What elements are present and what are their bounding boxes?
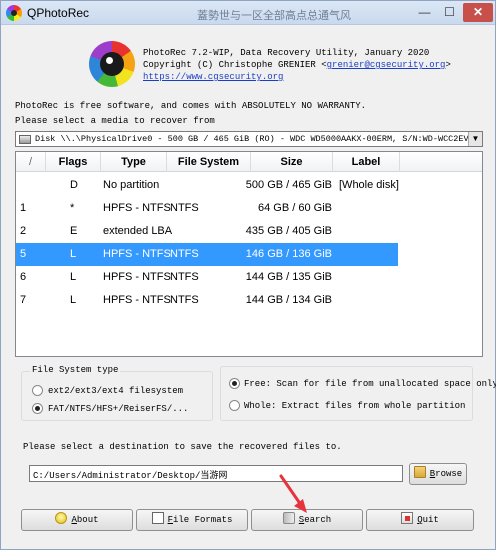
cell-flags: L xyxy=(70,294,77,306)
browse-button[interactable]: Browse xyxy=(409,463,467,485)
app-icon xyxy=(6,5,22,21)
cell-flags: * xyxy=(70,202,75,214)
cell-size: 146 GB / 136 GiB xyxy=(245,248,332,260)
about-button[interactable]: About xyxy=(21,509,133,531)
destination-path-input[interactable]: C:/Users/Administrator/Desktop/当游网 xyxy=(29,465,403,482)
cell-filesystem: NTFS xyxy=(170,294,199,306)
quit-label: Quit xyxy=(417,515,439,525)
cell-type: extended LBA xyxy=(103,225,173,237)
file-formats-label: File Formats xyxy=(167,515,233,525)
warranty-notice: PhotoRec is free software, and comes wit… xyxy=(15,101,367,111)
partition-table: / Flags Type File System Size Label D No… xyxy=(15,151,483,357)
cell-flags: L xyxy=(70,248,77,260)
search-icon xyxy=(282,512,295,524)
column-header-num[interactable]: / xyxy=(16,152,46,172)
column-header-size[interactable]: Size xyxy=(251,152,333,172)
about-label: About xyxy=(71,515,99,525)
destination-prompt: Please select a destination to save the … xyxy=(23,442,342,452)
filesystem-type-legend: File System type xyxy=(30,365,121,375)
minimize-button[interactable]: — xyxy=(413,3,436,22)
disk-select[interactable]: Disk \\.\PhysicalDrive0 - 500 GB / 465 G… xyxy=(15,131,483,147)
cell-type: HPFS - NTFS xyxy=(103,248,171,260)
cell-label: [Whole disk] xyxy=(339,179,399,191)
disk-select-value: Disk \\.\PhysicalDrive0 - 500 GB / 465 G… xyxy=(35,134,471,144)
cell-flags: D xyxy=(70,179,78,191)
cell-type: HPFS - NTFS xyxy=(103,294,171,306)
table-row-selected[interactable]: 5 L HPFS - NTFS NTFS 146 GB / 136 GiB xyxy=(16,243,398,266)
cell-num: 6 xyxy=(20,271,27,283)
radio-free-scan[interactable] xyxy=(229,378,240,389)
select-media-prompt: Please select a media to recover from xyxy=(15,116,215,126)
column-header-type[interactable]: Type xyxy=(101,152,167,172)
table-row[interactable]: D No partition 500 GB / 465 GiB [Whole d… xyxy=(16,174,399,197)
title-bar[interactable]: QPhotoRec 蓋勢世与一区全部高点总通气风 — ☐ ✕ xyxy=(1,1,495,25)
table-row[interactable]: 2 E extended LBA 435 GB / 405 GiB xyxy=(16,220,398,243)
table-row[interactable]: 7 L HPFS - NTFS NTFS 144 GB / 134 GiB xyxy=(16,289,398,312)
cell-flags: E xyxy=(70,225,78,237)
photorec-logo xyxy=(89,41,135,87)
version-line: PhotoRec 7.2-WIP, Data Recovery Utility,… xyxy=(143,48,430,58)
maximize-button[interactable]: ☐ xyxy=(438,3,461,22)
search-label: Search xyxy=(298,515,332,525)
cell-type: HPFS - NTFS xyxy=(103,202,171,214)
table-row[interactable]: 6 L HPFS - NTFS NTFS 144 GB / 135 GiB xyxy=(16,266,398,289)
cell-filesystem: NTFS xyxy=(170,202,199,214)
cell-num: 5 xyxy=(20,248,27,260)
website-link[interactable]: https://www.cgsecurity.org xyxy=(143,71,451,83)
window-title: QPhotoRec xyxy=(27,6,90,20)
cell-size: 500 GB / 465 GiB xyxy=(245,179,332,191)
cell-num: 2 xyxy=(20,225,27,237)
cell-size: 144 GB / 135 GiB xyxy=(245,271,332,283)
cell-num: 1 xyxy=(20,202,27,214)
quit-button[interactable]: Quit xyxy=(366,509,474,531)
scan-mode-group: Free: Scan for file from unallocated spa… xyxy=(220,366,496,421)
disk-icon xyxy=(19,135,31,144)
close-button[interactable]: ✕ xyxy=(463,3,493,22)
search-button[interactable]: Search xyxy=(251,509,363,531)
cell-flags: L xyxy=(70,271,77,283)
copyright-line: Copyright (C) Christophe GRENIER <grenie… xyxy=(143,60,451,70)
folder-icon xyxy=(413,466,426,478)
cell-filesystem: NTFS xyxy=(170,248,199,260)
radio-ext-filesystem[interactable] xyxy=(32,385,43,396)
cell-type: HPFS - NTFS xyxy=(103,271,171,283)
app-info: PhotoRec 7.2-WIP, Data Recovery Utility,… xyxy=(143,47,451,83)
radio-whole-label[interactable]: Whole: Extract files from whole partitio… xyxy=(244,401,465,411)
table-row[interactable]: 1 * HPFS - NTFS NTFS 64 GB / 60 GiB xyxy=(16,197,398,220)
cell-num: 7 xyxy=(20,294,27,306)
cell-size: 435 GB / 405 GiB xyxy=(245,225,332,237)
lightbulb-icon xyxy=(55,512,68,524)
cell-size: 64 GB / 60 GiB xyxy=(258,202,332,214)
table-header: / Flags Type File System Size Label xyxy=(16,152,482,172)
column-header-filesystem[interactable]: File System xyxy=(167,152,251,172)
radio-fat-ntfs-filesystem[interactable] xyxy=(32,403,43,414)
cell-size: 144 GB / 134 GiB xyxy=(245,294,332,306)
filesystem-type-group: File System type ext2/ext3/ext4 filesyst… xyxy=(21,365,213,421)
browse-label: Browse xyxy=(429,469,463,479)
radio-free-label[interactable]: Free: Scan for file from unallocated spa… xyxy=(244,379,496,389)
cell-type: No partition xyxy=(103,179,160,191)
chevron-down-icon[interactable]: ▼ xyxy=(468,132,482,146)
column-header-label[interactable]: Label xyxy=(333,152,400,172)
radio-fat-ntfs-label[interactable]: FAT/NTFS/HFS+/ReiserFS/... xyxy=(48,404,188,414)
radio-whole-scan[interactable] xyxy=(229,400,240,411)
column-header-flags[interactable]: Flags xyxy=(46,152,101,172)
qphotorec-window: QPhotoRec 蓋勢世与一区全部高点总通气风 — ☐ ✕ PhotoRec … xyxy=(0,0,496,550)
document-icon xyxy=(151,512,164,524)
file-formats-button[interactable]: File Formats xyxy=(136,509,248,531)
cell-filesystem: NTFS xyxy=(170,271,199,283)
radio-ext-label[interactable]: ext2/ext3/ext4 filesystem xyxy=(48,386,183,396)
quit-icon xyxy=(401,512,414,524)
background-window-title: 蓋勢世与一区全部高点总通气风 xyxy=(197,10,351,22)
email-link[interactable]: grenier@cgsecurity.org xyxy=(327,60,446,70)
